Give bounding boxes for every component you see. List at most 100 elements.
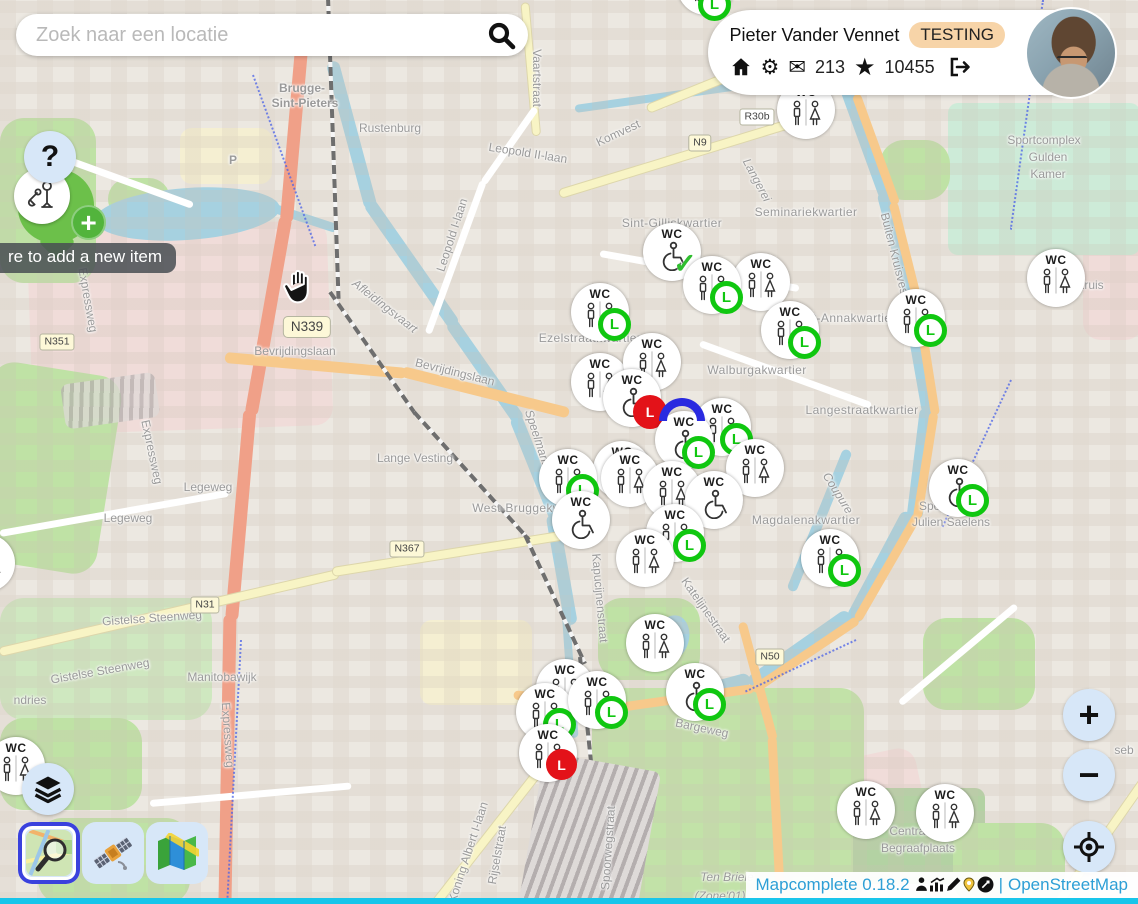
selection-arc-marker bbox=[659, 398, 705, 421]
app-version: Mapcomplete 0.18.2 bbox=[756, 875, 910, 895]
wc-label: WC bbox=[558, 454, 579, 467]
wc-marker[interactable]: WC L bbox=[666, 663, 724, 721]
wc-marker[interactable]: WC L bbox=[801, 529, 859, 587]
messages-icon[interactable]: ✉ bbox=[788, 57, 806, 78]
wc-marker[interactable]: WC L bbox=[677, 0, 735, 15]
wc-marker[interactable]: WC L bbox=[683, 256, 741, 314]
opening-hours-badge: L bbox=[595, 696, 628, 729]
search-icon[interactable] bbox=[486, 20, 516, 50]
osm-map-thumbnail bbox=[26, 830, 72, 876]
wc-marker[interactable]: WC bbox=[1027, 249, 1085, 307]
attribution-icons bbox=[915, 876, 994, 893]
wc-label: WC bbox=[1046, 254, 1067, 267]
wc-marker[interactable]: WC L bbox=[519, 724, 577, 782]
geolocate-button[interactable] bbox=[1063, 821, 1115, 873]
mapcomplete-pin-icon bbox=[962, 877, 976, 892]
wc-marker[interactable]: WC bbox=[916, 784, 974, 842]
markers-layer: WC LWC WC WC WC ✓WC WC LWC LWC bbox=[0, 0, 1138, 904]
wc-label: WC bbox=[622, 374, 643, 387]
wc-label: WC bbox=[662, 228, 683, 241]
wc-label: WC bbox=[820, 534, 841, 547]
star-count: 10455 bbox=[885, 57, 935, 78]
user-panel: Pieter Vander Vennet TESTING ⚙ ✉ 213 ★ 1… bbox=[708, 10, 1105, 95]
opening-hours-badge: L bbox=[914, 314, 947, 347]
opening-hours-badge: L bbox=[673, 529, 706, 562]
wc-label: WC bbox=[704, 476, 725, 489]
wc-label: WC bbox=[751, 258, 772, 271]
wc-label: WC bbox=[635, 534, 656, 547]
wc-marker[interactable]: WC L bbox=[571, 283, 629, 341]
wc-label: WC bbox=[780, 306, 801, 319]
wc-label: WC bbox=[702, 261, 723, 274]
logout-icon[interactable] bbox=[948, 56, 972, 78]
mapcomplete-app: PBrugge-Sint-PietersRustenburgVaartstraa… bbox=[0, 0, 1138, 904]
map-canvas[interactable]: PBrugge-Sint-PietersRustenburgVaartstraa… bbox=[0, 0, 1138, 904]
wc-label: WC bbox=[712, 403, 733, 416]
wc-label: WC bbox=[590, 288, 611, 301]
add-plus-icon[interactable]: + bbox=[71, 205, 106, 240]
wc-label: WC bbox=[906, 294, 927, 307]
wc-marker[interactable]: WC bbox=[0, 534, 15, 592]
wc-marker[interactable]: WC L bbox=[761, 301, 819, 359]
statistics-icon bbox=[929, 877, 945, 892]
background-option-satellite[interactable] bbox=[82, 822, 144, 884]
wc-label: WC bbox=[587, 676, 608, 689]
wc-label: WC bbox=[685, 668, 706, 681]
wc-label: WC bbox=[662, 466, 683, 479]
wc-label: WC bbox=[590, 358, 611, 371]
opening-hours-badge: L bbox=[956, 484, 989, 517]
home-icon[interactable] bbox=[730, 56, 752, 78]
attribution-bar: Mapcomplete 0.18.2 | OpenStreetMap bbox=[746, 872, 1138, 898]
wc-label: WC bbox=[856, 786, 877, 799]
zoom-out-button[interactable]: − bbox=[1063, 749, 1115, 801]
wc-marker[interactable]: WC bbox=[626, 614, 684, 672]
opening-hours-badge: L bbox=[693, 688, 726, 721]
add-item-tooltip: re to add a new item bbox=[0, 243, 176, 273]
attribution-divider: | bbox=[999, 875, 1003, 895]
wc-marker[interactable]: WC bbox=[837, 781, 895, 839]
hand-cursor-icon bbox=[281, 268, 317, 311]
osm-link[interactable]: OpenStreetMap bbox=[1008, 875, 1128, 895]
opening-hours-badge: L bbox=[682, 436, 715, 469]
wc-marker[interactable]: WC L bbox=[929, 459, 987, 517]
osm-logo-icon bbox=[977, 876, 994, 893]
wc-marker[interactable]: WC L bbox=[887, 289, 945, 347]
user-name: Pieter Vander Vennet bbox=[730, 25, 900, 46]
wc-label: WC bbox=[535, 688, 556, 701]
layers-button[interactable] bbox=[22, 763, 74, 815]
wc-label: WC bbox=[935, 789, 956, 802]
background-option-osm[interactable] bbox=[18, 822, 80, 884]
wc-marker[interactable]: WC bbox=[616, 529, 674, 587]
opening-hours-badge: L bbox=[710, 281, 743, 314]
edit-pencil-icon bbox=[946, 877, 961, 892]
wc-label: WC bbox=[571, 496, 592, 509]
background-chooser bbox=[18, 822, 208, 884]
testing-badge: TESTING bbox=[909, 22, 1005, 48]
wc-label: WC bbox=[555, 664, 576, 677]
settings-gear-icon[interactable]: ⚙ bbox=[761, 57, 780, 78]
wc-label: WC bbox=[538, 729, 559, 742]
contributor-icon bbox=[915, 877, 928, 892]
wc-label: WC bbox=[645, 619, 666, 632]
background-option-map[interactable] bbox=[146, 822, 208, 884]
wc-label: WC bbox=[642, 338, 663, 351]
wc-label: WC bbox=[745, 444, 766, 457]
wc-marker[interactable]: WC bbox=[552, 491, 610, 549]
user-avatar[interactable] bbox=[1025, 7, 1117, 99]
zoom-in-button[interactable]: + bbox=[1063, 689, 1115, 741]
opening-hours-badge: L bbox=[828, 554, 861, 587]
star-icon: ★ bbox=[854, 57, 876, 78]
search-bar bbox=[16, 14, 528, 56]
bottom-accent-strip bbox=[0, 898, 1138, 904]
search-input[interactable] bbox=[34, 23, 486, 48]
opening-hours-badge: L bbox=[788, 326, 821, 359]
wc-label: WC bbox=[620, 454, 641, 467]
wc-marker[interactable]: WC L bbox=[568, 671, 626, 729]
wc-label: WC bbox=[665, 509, 686, 522]
help-button[interactable]: ? bbox=[24, 131, 76, 183]
wc-label: WC bbox=[6, 742, 27, 755]
messages-count: 213 bbox=[815, 57, 845, 78]
opening-hours-badge: L bbox=[546, 749, 577, 780]
wc-label: WC bbox=[948, 464, 969, 477]
opening-hours-badge: L bbox=[598, 308, 631, 341]
